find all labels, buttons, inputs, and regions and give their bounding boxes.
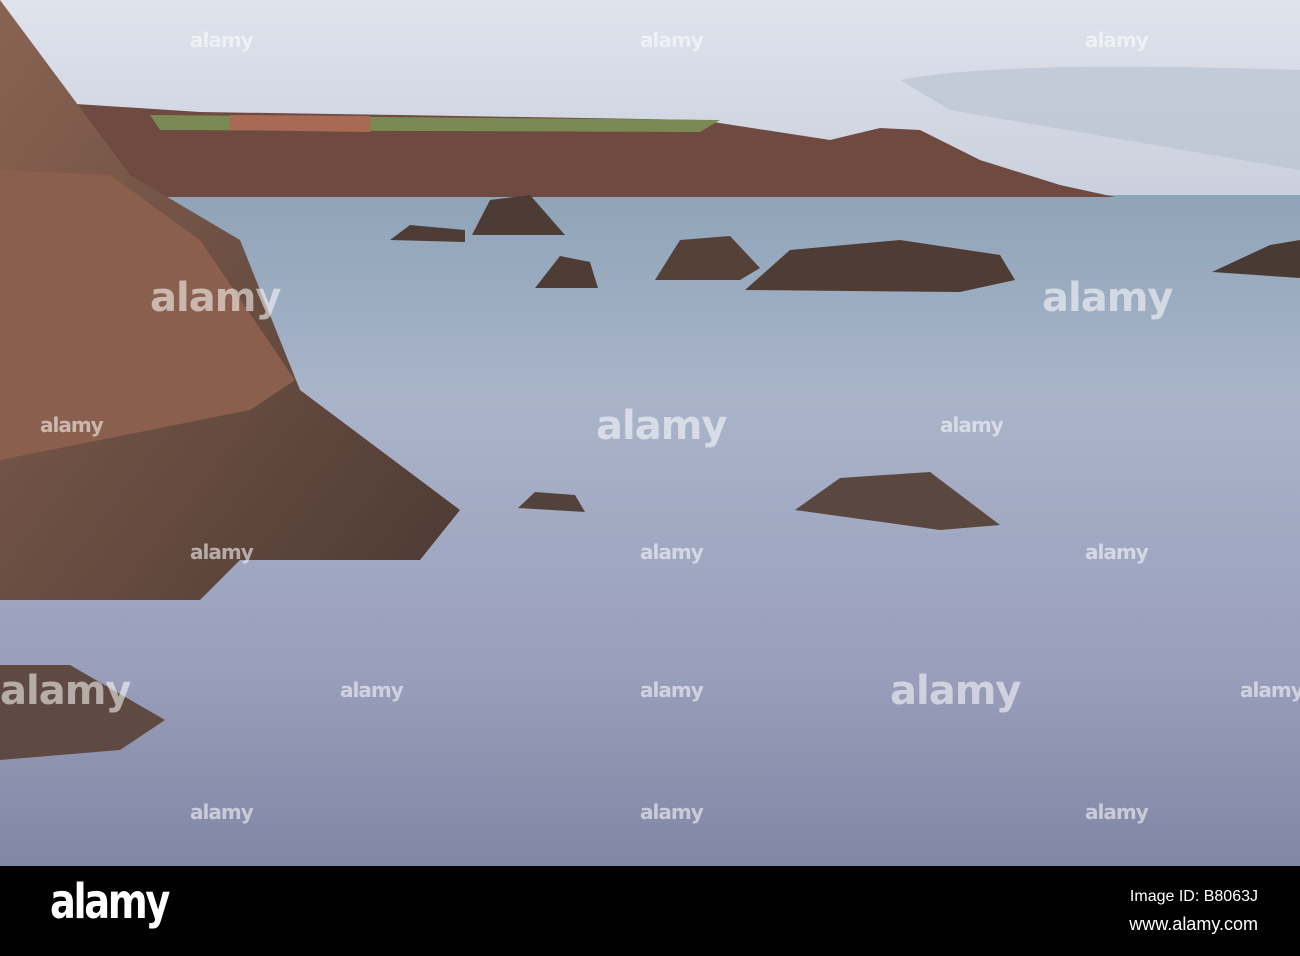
- footer-bar: alamy Image ID: B8063J www.alamy.com: [0, 866, 1300, 956]
- watermark: alamy: [1240, 678, 1300, 702]
- watermark: alamy: [1085, 800, 1149, 824]
- watermark: alamy: [640, 678, 704, 702]
- watermark: alamy: [640, 28, 704, 52]
- watermark: alamy: [0, 668, 131, 714]
- image-id: Image ID: B8063J: [1129, 888, 1258, 905]
- alamy-logo: alamy: [50, 874, 170, 930]
- watermark: alamy: [596, 403, 727, 449]
- watermark: alamy: [190, 800, 254, 824]
- watermark: alamy: [150, 275, 281, 321]
- field: [230, 115, 370, 132]
- watermark: alamy: [640, 800, 704, 824]
- watermark: alamy: [190, 28, 254, 52]
- site-url: www.alamy.com: [1129, 914, 1258, 934]
- watermark: alamy: [640, 540, 704, 564]
- watermark: alamy: [940, 413, 1004, 437]
- watermark: alamy: [190, 540, 254, 564]
- watermark: alamy: [1085, 28, 1149, 52]
- stock-photo: alamy alamy alamy alamy alamy alamy alam…: [0, 0, 1300, 956]
- watermark: alamy: [1085, 540, 1149, 564]
- watermark: alamy: [40, 413, 104, 437]
- watermark: alamy: [340, 678, 404, 702]
- watermark: alamy: [890, 668, 1021, 714]
- watermark: alamy: [1042, 275, 1173, 321]
